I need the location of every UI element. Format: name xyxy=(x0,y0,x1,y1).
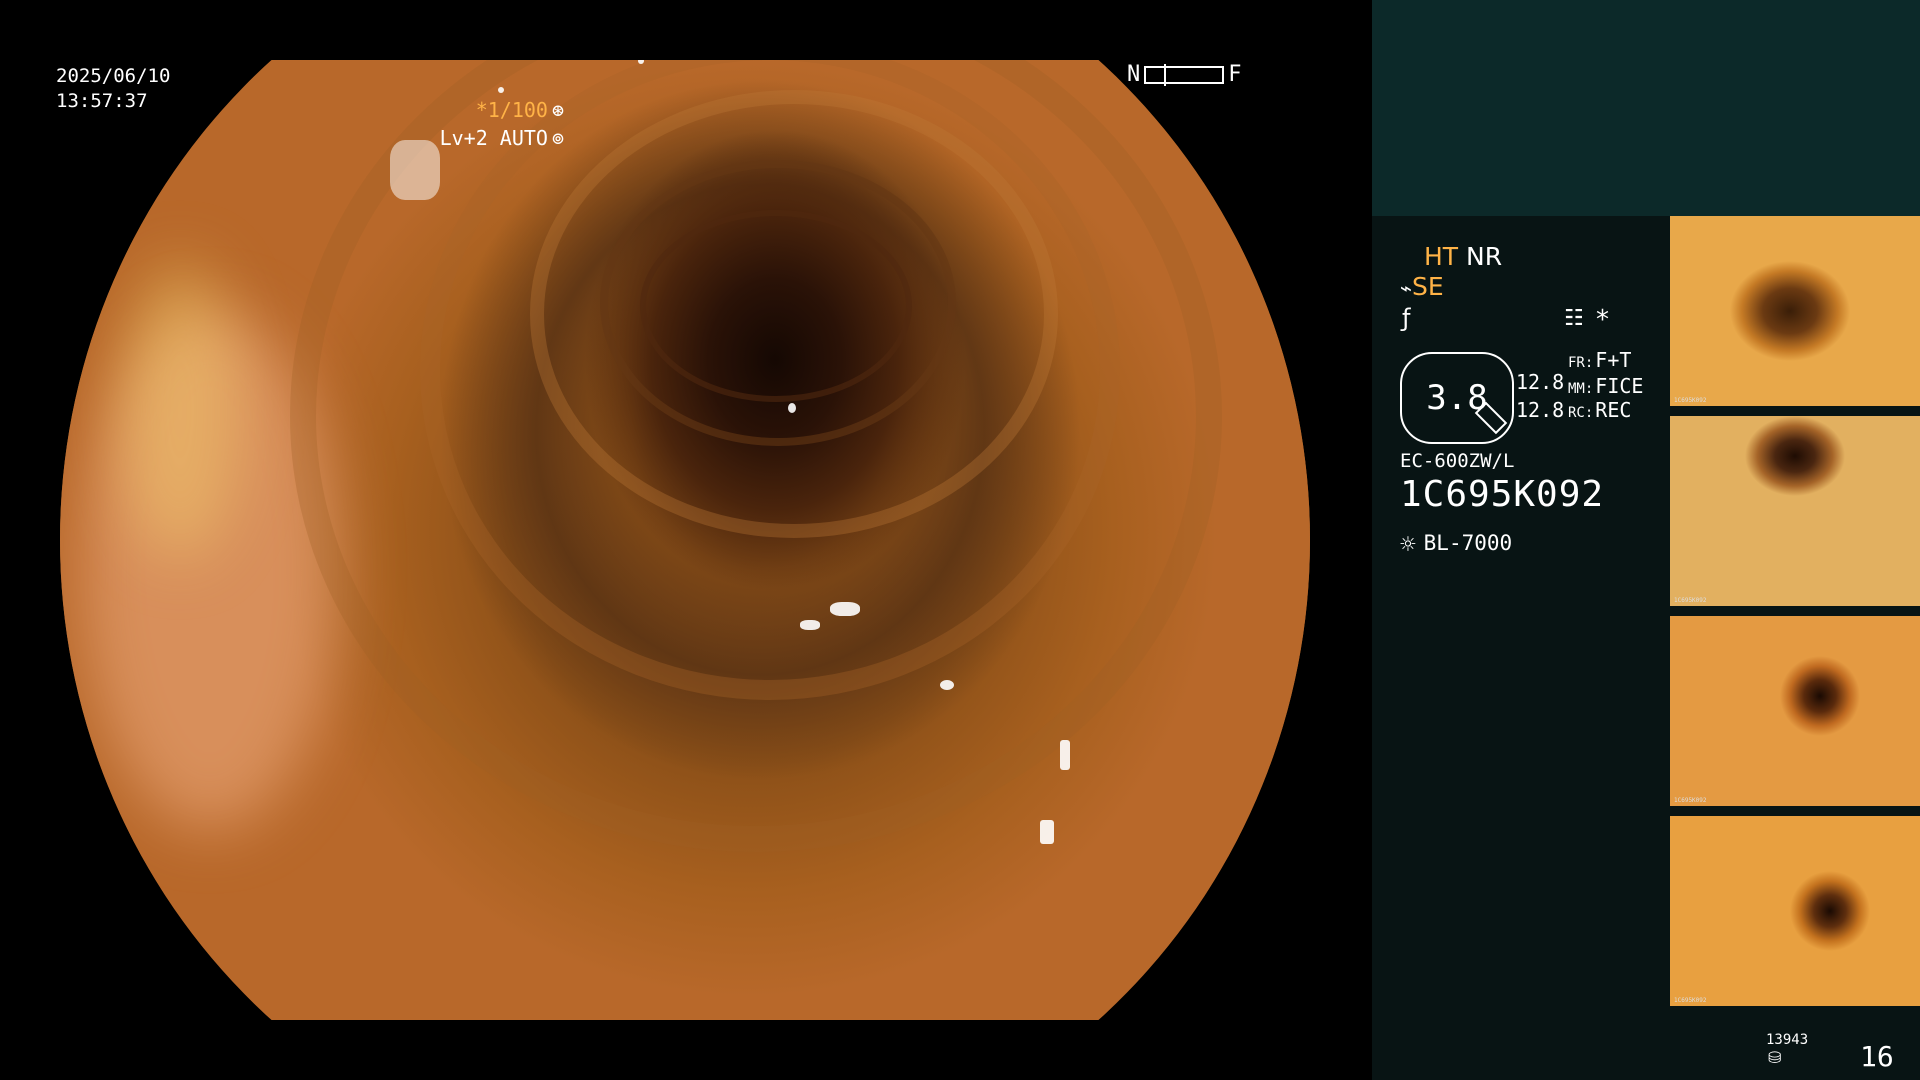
menu-icon: ☷ xyxy=(1564,306,1584,331)
light-source: ☼ BL-7000 xyxy=(1400,530,1512,560)
mm-key: MM: xyxy=(1568,381,1594,397)
specular-glare xyxy=(940,680,954,690)
thumbnail-2[interactable]: 1C695K092 xyxy=(1670,416,1920,606)
star-marker: * xyxy=(1596,305,1609,335)
datetime-display: 2025/06/10 13:57:37 xyxy=(56,64,170,114)
mucosal-fold xyxy=(640,210,912,402)
fr-value: F+T xyxy=(1595,348,1632,372)
database-icon: ⛁ xyxy=(1768,1048,1782,1067)
specular-glare xyxy=(1060,740,1070,770)
mm-setting: MM: FICE xyxy=(1568,374,1643,398)
specular-glare xyxy=(1040,820,1054,844)
image-counter: 16 xyxy=(1860,1040,1894,1073)
info-panel: HT NR ⌁SE ƒ ☷ * 3.8 12.8 12.8 FR: F+T MM:… xyxy=(1372,0,1920,1080)
date-text: 2025/06/10 xyxy=(56,65,171,87)
endoscopic-image xyxy=(60,60,1310,1020)
fr-setting: FR: F+T xyxy=(1568,348,1631,372)
specular-glare xyxy=(830,602,860,616)
focus-bar xyxy=(1144,63,1225,86)
light-source-name: BL-7000 xyxy=(1423,531,1513,555)
zoom-line2: 12.8 xyxy=(1516,398,1565,422)
thumbnail-image xyxy=(1670,816,1920,1006)
thumbnail-caption: 1C695K092 xyxy=(1674,397,1707,404)
f-symbol-icon: ƒ xyxy=(1402,304,1411,332)
fr-key: FR: xyxy=(1568,355,1594,371)
focus-near-label: N xyxy=(1127,62,1141,87)
thumbnail-caption: 1C695K092 xyxy=(1674,797,1707,804)
thumbnail-1[interactable]: 1C695K092 xyxy=(1670,216,1920,406)
storage-count: 13943 xyxy=(1766,1032,1809,1048)
scope-tool-icon: ⌁ xyxy=(1400,276,1413,300)
focus-indicator: N F xyxy=(1127,62,1242,87)
thumbnail-image xyxy=(1670,416,1920,606)
rc-setting: RC: REC xyxy=(1568,398,1631,422)
iris-icon: ⊚ xyxy=(551,126,564,150)
specular-glare xyxy=(788,403,796,413)
thumbnail-image xyxy=(1670,616,1920,806)
scope-model: EC-600ZW/L xyxy=(1400,450,1515,472)
aperture-icon: ⊛ xyxy=(551,98,564,122)
processing-se: ⌁SE xyxy=(1400,272,1444,301)
info-panel-header xyxy=(1372,0,1920,216)
time-text: 13:57:37 xyxy=(56,90,148,112)
level-text: Lv+2 AUTO xyxy=(439,126,548,150)
mm-value: FICE xyxy=(1595,374,1644,398)
shutter-speed: *1/100 ⊛ xyxy=(476,98,564,122)
endoscope-display-area: 2025/06/10 13:57:37 N F *1/100 ⊛ Lv+2 AUT… xyxy=(0,0,1372,1080)
thumbnail-3[interactable]: 1C695K092 xyxy=(1670,616,1920,806)
scope-serial: 1C695K092 xyxy=(1400,474,1605,515)
specular-glare xyxy=(498,87,504,93)
thumbnail-image xyxy=(1670,216,1920,406)
thumbnail-4[interactable]: 1C695K092 xyxy=(1670,816,1920,1006)
zoom-line1: 12.8 xyxy=(1516,370,1565,394)
nr-label: NR xyxy=(1466,242,1503,271)
wall-highlight xyxy=(120,260,240,560)
ht-label: HT xyxy=(1424,242,1459,271)
thumbnail-caption: 1C695K092 xyxy=(1674,997,1707,1004)
brightness-level: Lv+2 AUTO ⊚ xyxy=(440,126,564,150)
se-label: SE xyxy=(1412,272,1444,301)
rc-value: REC xyxy=(1595,398,1632,422)
focus-far-label: F xyxy=(1228,62,1242,87)
processing-ht-nr: HT NR xyxy=(1424,242,1502,271)
thumbnail-caption: 1C695K092 xyxy=(1674,597,1707,604)
specular-glare xyxy=(800,620,820,630)
light-icon: ☼ xyxy=(1400,530,1416,560)
thumbnail-strip: 1C695K092 1C695K092 1C695K092 1C695K092 xyxy=(1670,216,1920,1016)
shutter-value: *1/100 xyxy=(475,98,548,122)
rc-key: RC: xyxy=(1568,405,1594,421)
specular-glare xyxy=(390,140,440,200)
